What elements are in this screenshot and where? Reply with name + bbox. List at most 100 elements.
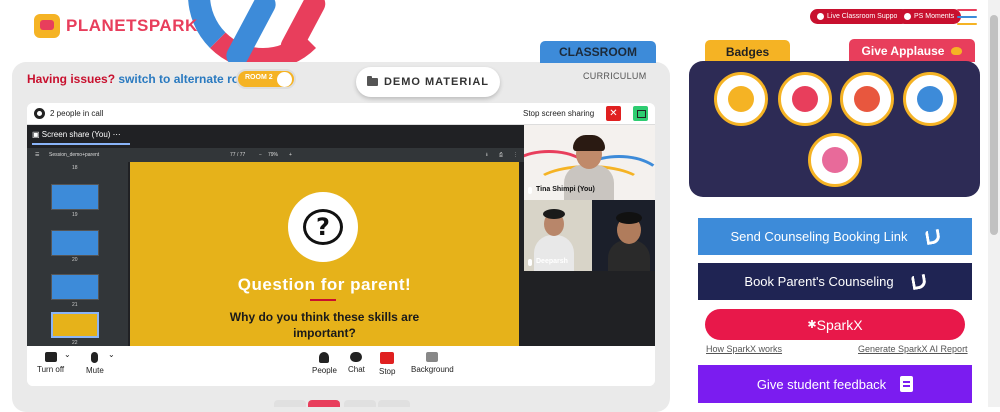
participant-videos: Tina Shimpi (You) Deeparsh	[524, 125, 655, 346]
trophy-badge-icon[interactable]	[714, 72, 768, 126]
logo-text: PLANETSPARK	[66, 16, 198, 35]
sparkx-logo-icon: ✱	[807, 319, 817, 331]
brain-badge-icon[interactable]	[808, 133, 862, 187]
pdf-page-indicator[interactable]: 77 / 77	[230, 152, 245, 158]
star-person-badge-icon[interactable]	[840, 72, 894, 126]
download-icon[interactable]: ⭳	[486, 152, 488, 160]
control-label: Background	[411, 365, 454, 374]
tab-curriculum[interactable]: CURRICULUM	[583, 71, 647, 81]
folder-icon	[366, 76, 378, 86]
slide-title: Question for parent!	[237, 275, 412, 294]
applause-label: Give Applause	[861, 43, 945, 58]
camera-toggle-button[interactable]: Turn off	[37, 352, 64, 374]
live-classroom-support-button[interactable]: Live Classroom Support	[810, 9, 909, 24]
sparkx-label: SparkX	[816, 316, 863, 333]
zoom-in-icon[interactable]: +	[289, 152, 292, 158]
hamburger-menu-icon[interactable]	[957, 9, 977, 25]
demo-material-button[interactable]: DEMO MATERIAL	[356, 67, 500, 97]
page-indicator[interactable]	[274, 400, 306, 407]
stop-sharing-label: Stop screen sharing	[523, 109, 595, 118]
phone-icon	[910, 273, 927, 290]
phone-icon	[924, 228, 941, 245]
pdf-thumbnails: 18 19 20 21 22	[27, 162, 128, 346]
zoom-out-icon[interactable]: −	[259, 152, 262, 158]
how-sparkx-works-link[interactable]: How SparkX works	[706, 344, 782, 354]
participant-name: Deeparsh	[536, 258, 568, 265]
planetspark-logo[interactable]: PLANETSPARK	[34, 14, 198, 38]
people-icon	[319, 352, 330, 363]
page-indicator[interactable]	[344, 400, 376, 407]
chevron-down-icon[interactable]: ⌄	[64, 350, 71, 359]
slide-title-rule	[310, 299, 336, 301]
feedback-label: Give student feedback	[756, 376, 887, 392]
question-bubble-icon: ?	[288, 192, 358, 262]
control-label: Turn off	[37, 365, 65, 374]
share-title-text: Screen share (You)	[41, 130, 111, 139]
background-icon	[426, 352, 439, 362]
slide-question: Why do you think these skills are import…	[229, 310, 420, 340]
control-label: Stop	[379, 367, 396, 376]
pdf-toolbar: ☰ Session_demo+parent 77 / 77 − 79% + ⭳ …	[27, 148, 524, 162]
stop-sharing-button[interactable]: ✕	[606, 106, 621, 121]
pdf-zoom-level[interactable]: 79%	[268, 152, 278, 158]
slide-thumbnail[interactable]	[51, 274, 99, 300]
tab-badges[interactable]: Badges	[705, 40, 790, 63]
sparkx-button[interactable]: ✱ SparkX	[705, 309, 965, 340]
more-options-icon[interactable]: ⋯	[113, 130, 121, 139]
chat-button[interactable]: Chat	[348, 352, 365, 374]
room-toggle-label: ROOM 2	[245, 74, 273, 81]
screen-share-area: ▣ Screen share (You) ⋯ ☰ Session_demo+pa…	[27, 125, 524, 346]
page-indicator[interactable]	[378, 400, 410, 407]
participant-tile-you[interactable]: Tina Shimpi (You)	[524, 125, 655, 200]
slide-thumbnail-selected[interactable]	[51, 312, 99, 338]
people-button[interactable]: People	[312, 352, 337, 375]
participant-name: Tina Shimpi (You)	[536, 186, 595, 193]
microphone-icon	[91, 352, 99, 363]
having-issues-text: Having issues? switch to alternate room	[27, 72, 257, 86]
room-toggle[interactable]: ROOM 2	[236, 69, 296, 89]
moments-icon	[904, 13, 911, 20]
pdf-menu-icon[interactable]: ☰	[35, 152, 39, 158]
send-counseling-label: Send Counseling Booking Link	[730, 229, 908, 244]
print-icon[interactable]: ⎙	[499, 152, 503, 158]
slide-thumbnail[interactable]	[51, 230, 99, 256]
page-indicator-active[interactable]	[308, 400, 340, 407]
participant-tile-deeparsh[interactable]: Deeparsh	[524, 200, 655, 271]
tab-classroom[interactable]: CLASSROOM	[540, 41, 656, 63]
ps-moments-label: PS Moments	[914, 13, 955, 20]
call-controls: Turn off ⌄ Mute ⌄ People Chat Stop Backg…	[27, 346, 655, 386]
send-counseling-link-button[interactable]: Send Counseling Booking Link	[698, 218, 972, 255]
mic-icon	[528, 187, 532, 194]
control-label: Chat	[348, 365, 365, 374]
presentation-icon: ▣	[32, 130, 40, 139]
gear-icon[interactable]	[34, 108, 45, 119]
give-applause-button[interactable]: Give Applause	[849, 39, 975, 62]
thumb-number: 21	[72, 302, 78, 308]
video-call-window: 2 people in call Stop screen sharing ✕ ▣…	[27, 103, 655, 386]
mute-button[interactable]: Mute	[86, 352, 104, 375]
chevron-down-icon[interactable]: ⌄	[108, 350, 115, 359]
slide-thumbnail[interactable]	[51, 184, 99, 210]
scrollbar-thumb[interactable]	[990, 15, 998, 235]
live-support-label: Live Classroom Support	[827, 13, 902, 20]
clap-icon	[951, 46, 963, 55]
toggle-knob	[277, 72, 292, 87]
call-top-bar: 2 people in call Stop screen sharing ✕	[27, 103, 655, 125]
ps-moments-button[interactable]: PS Moments	[897, 9, 962, 24]
fist-badge-icon[interactable]	[778, 72, 832, 126]
chat-icon	[350, 352, 363, 362]
more-vert-icon[interactable]: ⋮	[513, 152, 518, 158]
support-icon	[817, 13, 824, 20]
book-parent-counseling-button[interactable]: Book Parent's Counseling	[698, 263, 972, 300]
stop-share-button[interactable]: Stop	[379, 352, 395, 376]
background-button[interactable]: Background	[411, 352, 454, 374]
give-student-feedback-button[interactable]: Give student feedback	[698, 365, 972, 403]
logo-mascot-icon	[34, 14, 60, 38]
idea-badge-icon[interactable]	[903, 72, 957, 126]
screen-share-icon[interactable]	[633, 106, 648, 121]
mic-icon	[528, 259, 532, 266]
pdf-filename: Session_demo+parent	[49, 152, 100, 158]
generate-report-link[interactable]: Generate SparkX AI Report	[858, 344, 968, 354]
badges-panel	[689, 61, 980, 197]
camera-icon	[44, 352, 57, 362]
